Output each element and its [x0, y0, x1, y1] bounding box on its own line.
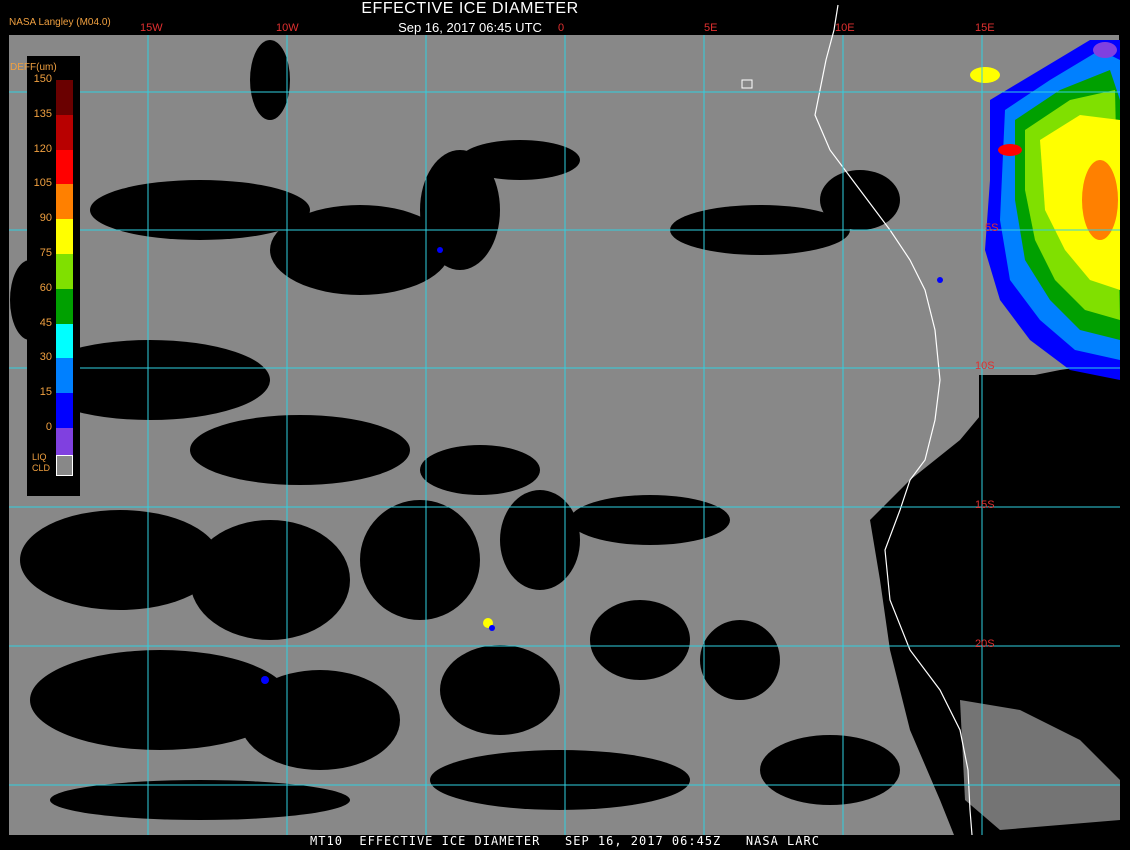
credit-label: NASA Langley (M04.0)	[9, 17, 111, 28]
satellite-map	[0, 0, 1130, 850]
legend-tick: 90	[39, 212, 52, 225]
legend-tick: 105	[33, 177, 52, 190]
legend-tick: 135	[33, 107, 52, 120]
lat-label-10s: 10S	[975, 360, 995, 372]
legend-swatch	[56, 184, 73, 220]
legend-title: DEFF(um)	[10, 62, 57, 73]
legend-tick: 75	[39, 247, 52, 259]
liquid-label-line2: CLD	[32, 463, 51, 473]
lon-label-10w: 10W	[276, 22, 299, 34]
legend-swatch	[56, 393, 73, 429]
liquid-label-line1: LIQ	[32, 452, 47, 462]
legend-tick: 30	[39, 351, 52, 364]
legend-tick: 120	[33, 142, 52, 155]
lon-label-15w: 15W	[140, 22, 163, 34]
legend-swatch	[56, 254, 73, 289]
lat-label-20s: 20S	[975, 638, 995, 650]
legend-swatch	[56, 288, 73, 324]
legend-swatch	[56, 323, 73, 359]
lon-label-0: 0	[558, 22, 565, 34]
lon-label-10e: 10E	[835, 22, 855, 34]
legend-swatch	[56, 358, 73, 394]
lat-label-15s: 15S	[975, 499, 995, 511]
legend-swatch	[56, 149, 73, 185]
legend-tick: 150	[33, 73, 52, 85]
lon-label-15e: 15E	[975, 22, 995, 34]
legend-tick: 0	[45, 421, 52, 433]
legend-tick: 45	[39, 316, 52, 329]
legend-swatch	[56, 80, 73, 115]
legend-tick: 60	[39, 281, 52, 294]
legend-swatch	[56, 219, 73, 255]
map-title: EFFECTIVE ICE DIAMETER	[361, 0, 579, 17]
liquid-cloud-swatch	[56, 455, 73, 476]
lon-label-5e: 5E	[704, 22, 718, 34]
legend-tick: 15	[39, 386, 52, 399]
map-timestamp: Sep 16, 2017 06:45 UTC	[398, 20, 542, 35]
legend-swatch	[56, 114, 73, 150]
lat-label-5s: 5S	[985, 222, 999, 234]
footer-caption: MT10 EFFECTIVE ICE DIAMETER SEP 16, 2017…	[310, 834, 820, 848]
liquid-cloud-label: LIQ CLD	[32, 452, 50, 474]
